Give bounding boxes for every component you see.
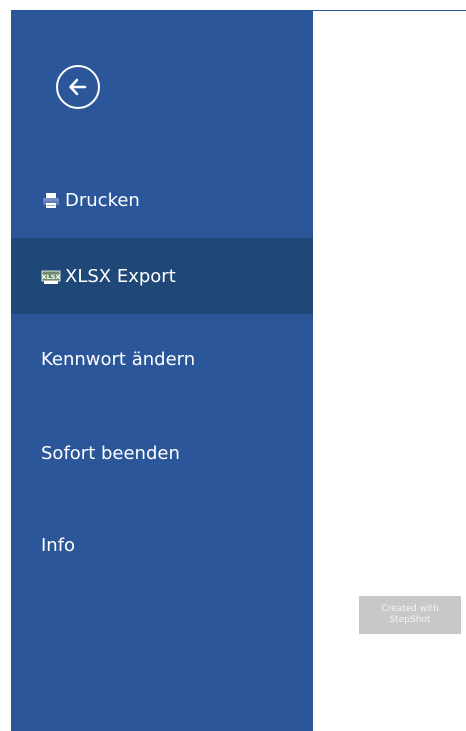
back-arrow-icon — [69, 78, 87, 96]
window-edge — [0, 0, 11, 731]
backstage-sidebar: Drucken XLSX XLSX Export Kennwort ändern… — [11, 10, 313, 731]
back-button[interactable] — [56, 65, 100, 109]
printer-icon — [43, 193, 59, 208]
menu-item-sofort-beenden[interactable]: Sofort beenden — [11, 415, 313, 491]
menu-item-label: Drucken — [65, 189, 140, 211]
menu-item-label: Info — [41, 534, 76, 556]
watermark-line-1: Created with — [381, 604, 439, 614]
menu-item-label: XLSX Export — [65, 265, 176, 287]
app-window: Drucken XLSX XLSX Export Kennwort ändern… — [0, 0, 466, 731]
svg-text:XLSX: XLSX — [42, 273, 61, 281]
xlsx-file-icon: XLSX — [42, 270, 61, 284]
top-border — [313, 10, 466, 11]
menu-item-label: Sofort beenden — [41, 442, 180, 464]
menu-item-drucken[interactable]: Drucken — [11, 162, 313, 238]
stepshot-watermark: Created with StepShot — [359, 596, 461, 634]
menu-item-label: Kennwort ändern — [41, 348, 196, 370]
watermark-line-2: StepShot — [389, 615, 431, 625]
menu-item-info[interactable]: Info — [11, 507, 313, 583]
menu-item-kennwort-aendern[interactable]: Kennwort ändern — [11, 321, 313, 397]
menu-item-xlsx-export[interactable]: XLSX XLSX Export — [11, 238, 313, 314]
